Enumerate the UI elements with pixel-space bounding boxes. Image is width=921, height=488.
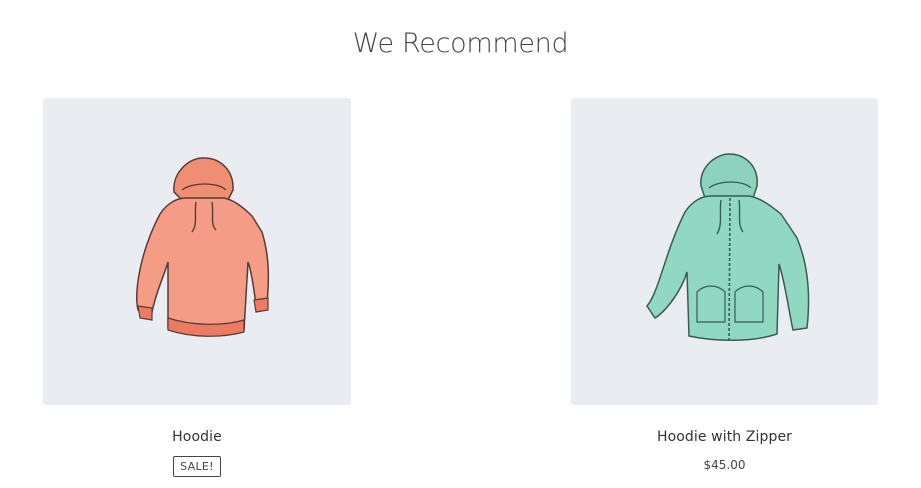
- product-price: $45.00: [703, 458, 746, 472]
- product-title[interactable]: Hoodie with Zipper: [571, 429, 878, 445]
- product-card-hoodie[interactable]: Hoodie SALE!: [43, 98, 351, 477]
- sale-badge: SALE!: [173, 456, 221, 477]
- recommended-products-section: We Recommend Hoodie SALE! Hoodie with Zi…: [0, 0, 921, 488]
- product-image-link[interactable]: [571, 98, 878, 405]
- hoodie-image: [136, 156, 270, 337]
- section-title: We Recommend: [352, 28, 569, 59]
- product-image-link[interactable]: [43, 98, 351, 405]
- product-title[interactable]: Hoodie: [43, 429, 351, 445]
- hoodie-with-zipper-image: [645, 152, 809, 341]
- product-card-hoodie-with-zipper[interactable]: Hoodie with Zipper $45.00: [571, 98, 878, 472]
